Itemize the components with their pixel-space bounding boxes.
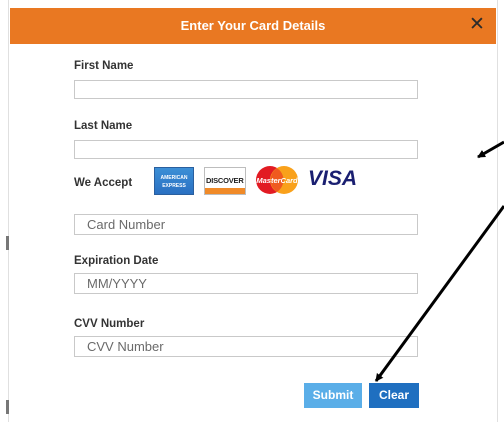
visa-card-icon: VISA: [308, 167, 358, 190]
card-number-field[interactable]: [74, 214, 418, 235]
discover-stripe: [205, 188, 245, 194]
scroll-tick: [6, 400, 9, 414]
mastercard-icon: MasterCard: [254, 164, 300, 196]
submit-button[interactable]: Submit: [304, 383, 362, 408]
amex-card-text: AMERICAN EXPRESS: [160, 175, 188, 189]
last-name-label: Last Name: [74, 120, 133, 132]
we-accept-label: We Accept: [74, 177, 133, 189]
close-icon[interactable]: ✕: [466, 12, 488, 38]
left-border: [8, 0, 9, 422]
mastercard-graphic: MasterCard: [256, 166, 298, 194]
mastercard-text: MasterCard: [256, 176, 298, 185]
cvv-label: CVV Number: [74, 318, 145, 330]
expiration-date-field[interactable]: [74, 273, 418, 294]
first-name-label: First Name: [74, 60, 134, 72]
right-border: [497, 0, 498, 422]
discover-card-text: DISCOVER: [206, 176, 244, 185]
dialog-titlebar: Enter Your Card Details ✕: [10, 8, 496, 44]
first-name-field[interactable]: [74, 80, 418, 99]
scroll-tick: [6, 236, 9, 250]
clear-button[interactable]: Clear: [369, 383, 419, 408]
expiration-date-label: Expiration Date: [74, 255, 159, 267]
cvv-field[interactable]: [74, 336, 418, 357]
dialog-title: Enter Your Card Details: [180, 18, 326, 33]
last-name-field[interactable]: [74, 140, 418, 159]
discover-card-icon: DISCOVER: [204, 167, 246, 195]
amex-card-icon: AMERICAN EXPRESS: [154, 167, 194, 195]
